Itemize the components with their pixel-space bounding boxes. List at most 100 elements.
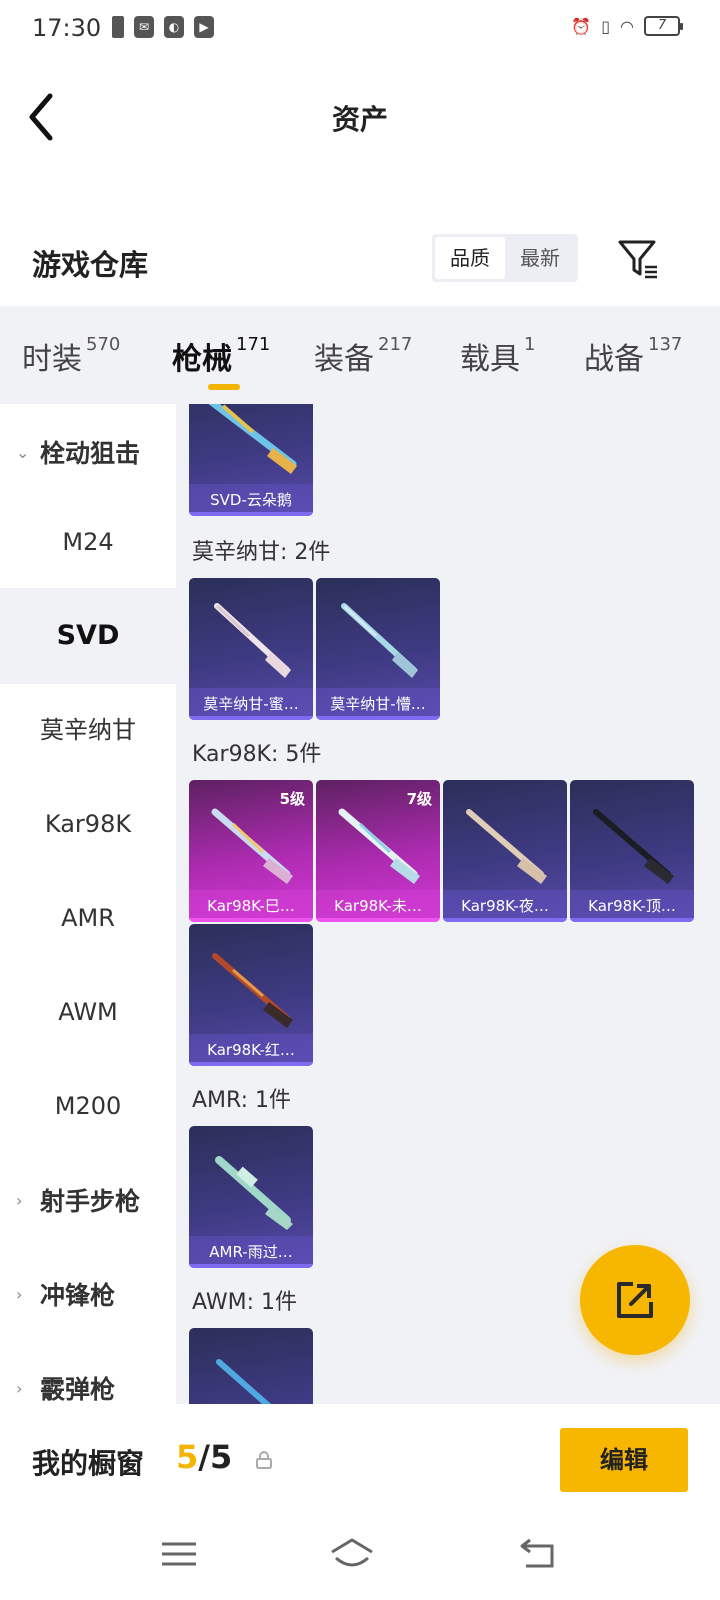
wifi-icon: ◠ [620,16,634,36]
back-nav-icon[interactable] [516,1534,564,1574]
group-label: 霰弹枪 [40,1375,116,1404]
skin-level-badge: 5级 [279,790,305,808]
group-label: 冲锋枪 [40,1281,116,1310]
alarm-icon: ⏰ [571,16,592,36]
header: 资产 [0,72,720,162]
skin-caption: Kar98K-巳… [189,890,313,922]
tab-count: 137 [648,334,683,355]
sniper-rifle-image [208,404,297,474]
sniper-rifle-image [214,603,291,678]
status-bar: 17:30 ✉ ◐ ▶ ⏰ ▯ ◠ 7 [0,0,720,58]
share-icon [617,1282,653,1318]
sort-newest-option[interactable]: 最新 [505,237,575,279]
chevron-right-icon: › [16,1190,23,1210]
skin-caption: Kar98K-未… [316,890,440,922]
no-sim-icon: ▯ [601,16,611,36]
showcase-total: /5 [198,1438,233,1476]
skin-card-kar98k-4[interactable]: Kar98K-顶… [570,780,694,922]
warehouse-section-header: 游戏仓库 品质 最新 [0,226,720,298]
sniper-rifle-image [212,953,293,1028]
showcase-bar: 我的橱窗 5/5 编辑 [0,1404,720,1512]
skin-caption: Kar98K-顶… [570,890,694,922]
sniper-rifle-image [216,1359,272,1404]
filter-icon [618,240,657,279]
skin-card-mosin-2[interactable]: 莫辛纳甘-懵… [316,578,440,720]
message-icon: ✉ [134,16,154,38]
sniper-rifle-image [215,1156,293,1230]
sidebar-item-mosin[interactable]: 莫辛纳甘 [0,682,176,778]
skin-card-kar98k-1[interactable]: 5级 Kar98K-巳… [189,780,313,922]
sniper-rifle-image [593,809,674,884]
group-shotgun[interactable]: › 霰弹枪 [0,1340,176,1404]
tab-equipment[interactable]: 装备 217 [314,334,412,378]
skin-card-awm[interactable] [189,1328,313,1404]
category-tabs: 时装 570 枪械 171 装备 217 载具 1 战备 137 [0,306,720,404]
group-label-awm: AWM: 1件 [192,1290,297,1315]
group-label-kar98k: Kar98K: 5件 [192,742,322,767]
tab-vehicles[interactable]: 载具 1 [460,334,535,378]
group-bolt-action-sniper[interactable]: ⌄ 栓动狙击 [0,404,176,500]
skin-caption: SVD-云朵鹅 [189,484,313,516]
tab-count: 1 [524,334,536,355]
tab-label: 装备 [314,342,374,377]
tab-count: 570 [86,334,121,355]
status-time: 17:30 [32,14,102,42]
chevron-down-icon: ⌄ [16,442,30,462]
sidebar-item-m200[interactable]: M200 [0,1058,176,1154]
showcase-label: 我的橱窗 [32,1447,145,1480]
group-label-amr: AMR: 1件 [192,1088,292,1113]
chevron-right-icon: › [16,1284,23,1304]
skin-card-svd[interactable]: SVD-云朵鹅 [189,404,313,516]
skin-card-mosin-1[interactable]: 莫辛纳甘-蜜… [189,578,313,720]
tab-fashion[interactable]: 时装 570 [22,334,120,378]
tab-count: 217 [378,334,413,355]
group-smg[interactable]: › 冲锋枪 [0,1246,176,1342]
group-marksman-rifle[interactable]: › 射手步枪 [0,1152,176,1248]
chevron-right-icon: › [16,1378,23,1398]
share-fab[interactable] [580,1245,690,1355]
sniper-rifle-image [466,809,547,884]
section-title: 游戏仓库 [32,248,149,282]
app-notification-icon: ◐ [164,16,184,38]
skin-caption: Kar98K-夜… [443,890,567,922]
group-label: 射手步枪 [40,1187,141,1216]
tab-label: 载具 [460,342,520,377]
sidebar-item-awm[interactable]: AWM [0,964,176,1060]
notification-icons: ✉ ◐ ▶ [112,16,214,38]
skin-card-kar98k-5[interactable]: Kar98K-红… [189,924,313,1066]
battery-icon: 7 [644,16,683,36]
group-label-mosin: 莫辛纳甘: 2件 [192,540,331,565]
active-tab-indicator [208,384,240,390]
video-icon: ▶ [194,16,214,38]
skin-card-kar98k-2[interactable]: 7级 Kar98K-未… [316,780,440,922]
tab-count: 171 [236,334,271,355]
skin-caption: 莫辛纳甘-懵… [316,688,440,720]
tab-label: 枪械 [172,342,232,377]
skin-level-badge: 7级 [406,790,432,808]
tab-gear[interactable]: 战备 137 [584,334,682,378]
tab-label: 战备 [584,342,644,377]
weapon-category-sidebar: ⌄ 栓动狙击 M24 SVD 莫辛纳甘 Kar98K AMR AWM M200 … [0,404,176,1404]
tab-guns[interactable]: 枪械 171 [172,334,270,378]
lock-icon [256,1451,272,1469]
home-icon[interactable] [328,1534,376,1574]
tab-label: 时装 [22,342,82,377]
sidebar-item-kar98k[interactable]: Kar98K [0,776,176,872]
sidebar-item-svd[interactable]: SVD [0,588,176,684]
skin-caption: 莫辛纳甘-蜜… [189,688,313,720]
status-right: ⏰ ▯ ◠ 7 [571,16,683,36]
skin-card-amr[interactable]: AMR-雨过… [189,1126,313,1268]
menu-icon[interactable] [156,1534,204,1574]
filter-button[interactable] [614,234,662,282]
sort-toggle: 品质 最新 [432,234,578,282]
skin-caption: AMR-雨过… [189,1236,313,1268]
edit-button[interactable]: 编辑 [560,1428,688,1492]
skin-caption: Kar98K-红… [189,1034,313,1066]
sidebar-item-amr[interactable]: AMR [0,870,176,966]
skin-card-kar98k-3[interactable]: Kar98K-夜… [443,780,567,922]
sidebar-item-m24[interactable]: M24 [0,494,176,590]
sort-quality-option[interactable]: 品质 [435,237,505,279]
page-title: 资产 [331,103,388,136]
showcase-count: 5/5 [176,1438,232,1476]
system-nav-bar [0,1512,720,1600]
